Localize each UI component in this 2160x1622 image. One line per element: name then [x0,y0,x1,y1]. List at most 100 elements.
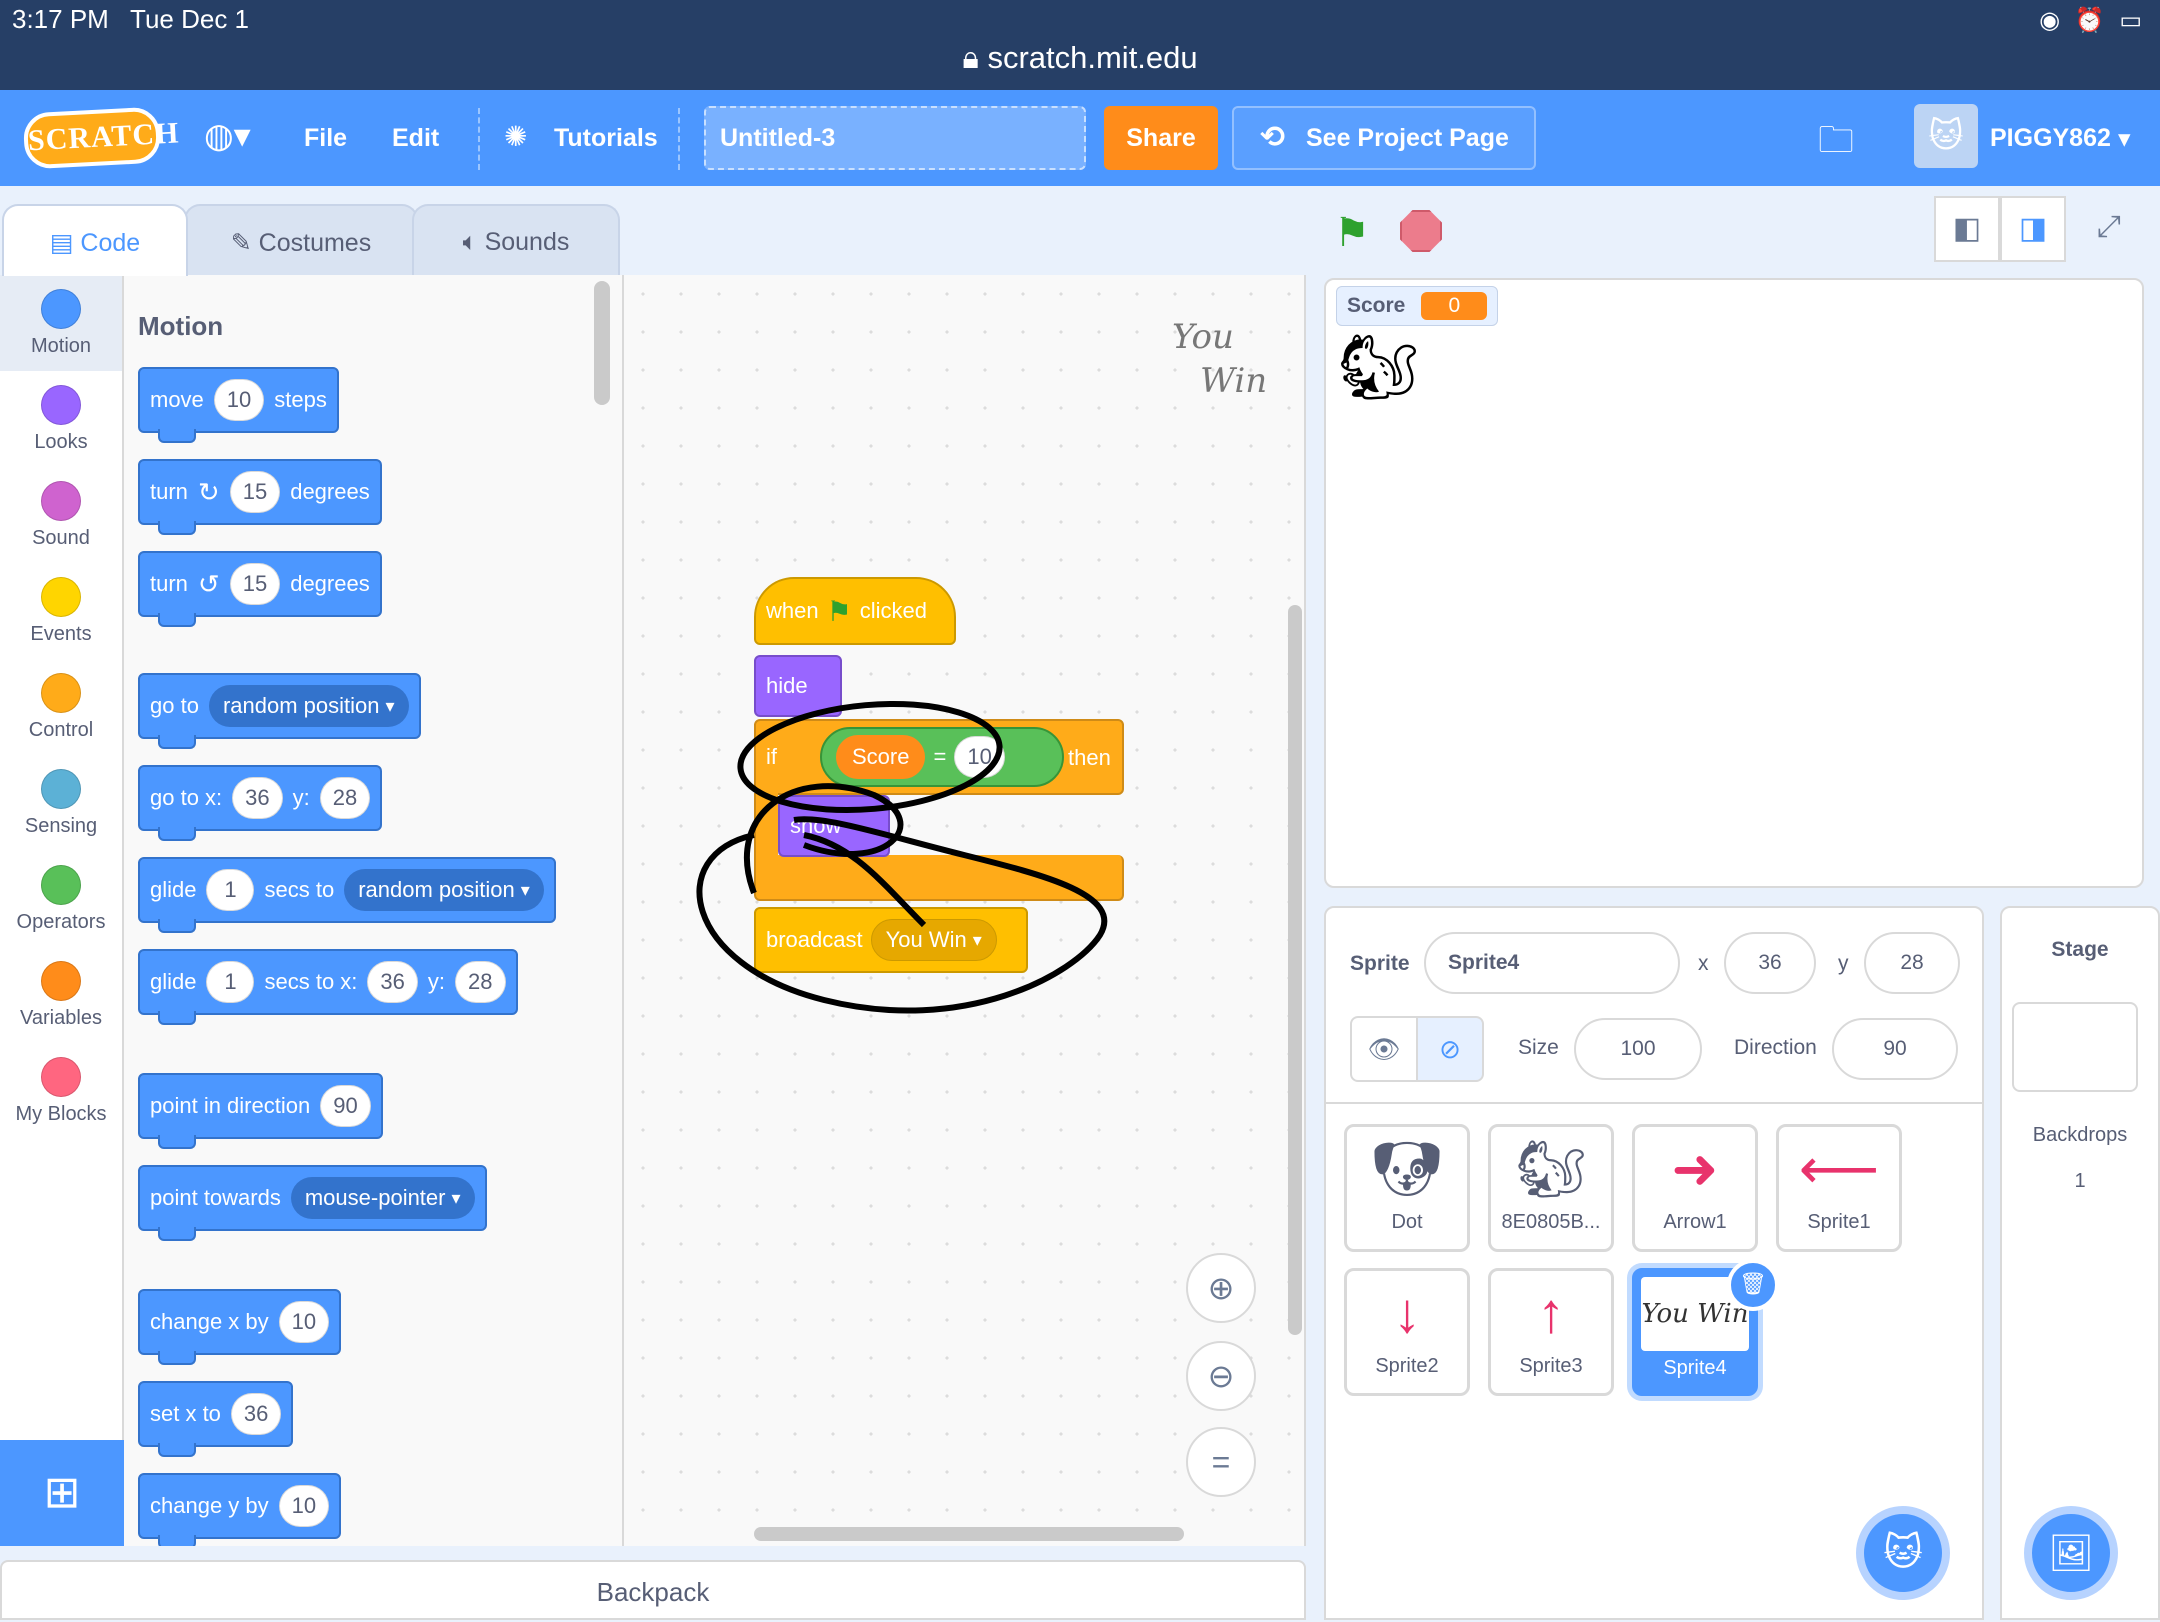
category-label: Looks [34,431,88,453]
green-flag-button[interactable]: ⚑ [1334,210,1370,256]
script-area[interactable]: You Win when ⚑ clicked hide if Score = 10 th… [624,275,1306,1546]
folder-icon[interactable]: 🗀 [1818,114,1854,175]
vertical-scrollbar[interactable] [1288,605,1302,1335]
target-dropdown[interactable]: mouse-pointer [290,1177,475,1219]
category-control[interactable]: Control [0,659,122,755]
horizontal-scrollbar[interactable] [754,1527,1184,1541]
file-menu[interactable]: File [304,124,347,153]
add-backdrop-button[interactable]: 🖼︎ [2024,1506,2118,1600]
point-towards-block[interactable]: point towards mouse-pointer [138,1165,487,1241]
x-input[interactable]: 36 [367,961,418,1003]
tab-sounds[interactable]: 🔈︎ Sounds [412,204,620,276]
glide-to-block[interactable]: glide 1 secs to random position [138,857,556,933]
squirrel-sprite[interactable]: 🐿︎ [1338,330,1419,405]
sprite-tile-sprite3[interactable]: ↑ Sprite3 [1488,1268,1614,1396]
sprite-tile-sprite2[interactable]: ↓ Sprite2 [1344,1268,1470,1396]
point-in-direction-block[interactable]: point in direction 90 [138,1073,383,1149]
tab-code[interactable]: ▤ Code [2,204,188,276]
change-y-block[interactable]: change y by 10 [138,1473,342,1546]
avatar[interactable]: 🐱︎ [1914,104,1978,168]
category-sensing[interactable]: Sensing [0,755,122,851]
category-motion[interactable]: Motion [0,275,122,371]
image-plus-icon: 🖼︎ [2048,1532,2094,1573]
zoom-out-button[interactable]: ⊖ [1186,1341,1256,1411]
block-text: point towards [150,1185,281,1210]
turn-right-block[interactable]: turn ↻ 15 degrees [138,459,382,535]
sprite-tile-arrow1[interactable]: ➜ Arrow1 [1632,1124,1758,1252]
y-input[interactable]: 10 [278,1485,330,1527]
tutorials-menu[interactable]: Tutorials [554,124,658,153]
palette-scrollbar[interactable] [594,281,610,405]
delete-sprite-button[interactable]: 🗑︎ [1727,1259,1779,1311]
turn-left-block[interactable]: turn ↺ 15 degrees [138,551,382,627]
x-input[interactable]: 36 [232,777,283,819]
url-bar[interactable]: 🔒︎ scratch.mit.edu [0,40,2160,77]
category-events[interactable]: Events [0,563,122,659]
y-input[interactable]: 28 [319,777,371,819]
show-sprite-button[interactable]: 👁︎ [1350,1016,1418,1082]
block-text: glide [150,969,197,994]
scratch-logo[interactable]: SCRATCH [22,106,180,170]
sprite-tile-sprite4[interactable]: You Win Sprite4 🗑︎ [1632,1259,1779,1396]
change-x-block[interactable]: change x by 10 [138,1289,342,1365]
move-steps-block[interactable]: move 10 steps [138,367,339,443]
hide-sprite-button[interactable]: ⊘ [1416,1016,1484,1082]
steps-input[interactable]: 10 [213,379,265,421]
block-text: turn [150,479,188,504]
category-my-blocks[interactable]: My Blocks [0,1043,122,1139]
degrees-input[interactable]: 15 [229,563,281,605]
zoom-in-button[interactable]: ⊕ [1186,1253,1256,1323]
fullscreen-icon: ⤢ [2097,210,2121,243]
glide-to-xy-block[interactable]: glide 1 secs to x: 36 y: 28 [138,949,518,1025]
y-input[interactable]: 28 [455,961,506,1003]
category-looks[interactable]: Looks [0,371,122,467]
target-dropdown[interactable]: random position [208,685,409,727]
tab-costumes[interactable]: ✎ Costumes [184,204,418,276]
target-dropdown[interactable]: random position [344,869,544,911]
sprite-tile-sprite1[interactable]: ⟵ Sprite1 [1776,1124,1902,1252]
chevron-down-icon[interactable]: ▾ [2118,124,2131,154]
category-sound[interactable]: Sound [0,467,122,563]
y-field[interactable]: 28 [1864,932,1960,994]
size-label: Size [1518,1036,1559,1059]
zoom-reset-button[interactable]: = [1186,1427,1256,1497]
x-input[interactable]: 10 [278,1301,330,1343]
add-extension-button[interactable]: ⊞ [0,1440,124,1546]
see-project-page-button[interactable]: ⟲ See Project Page [1232,106,1536,170]
edit-menu[interactable]: Edit [392,124,439,153]
username[interactable]: PIGGY862 [1990,124,2111,153]
sprite-tile-label: Sprite1 [1807,1211,1871,1233]
secs-input[interactable]: 1 [206,869,255,911]
stage-thumbnail[interactable] [2012,1002,2138,1092]
large-stage-button[interactable]: ◨ [2000,196,2066,262]
control-dot [41,673,81,713]
backpack[interactable]: Backpack [0,1560,1306,1620]
direction-input[interactable]: 90 [320,1085,371,1127]
size-field[interactable]: 100 [1574,1018,1702,1080]
stage-canvas[interactable]: Score 0 🐿︎ [1324,278,2144,888]
direction-field[interactable]: 90 [1832,1018,1958,1080]
tab-sounds-label: Sounds [484,228,570,256]
degrees-input[interactable]: 15 [229,471,281,513]
sprite-name-field[interactable]: Sprite4 [1424,932,1680,994]
globe-icon[interactable]: ◍▾ [204,116,251,156]
project-title-input[interactable]: Untitled-3 [704,106,1086,170]
small-stage-button[interactable]: ◧ [1934,196,2000,262]
go-to-xy-block[interactable]: go to x: 36 y: 28 [138,765,383,841]
x-field[interactable]: 36 [1724,932,1816,994]
fullscreen-button[interactable]: ⤢ [2076,196,2142,262]
go-to-block[interactable]: go to random position [138,673,421,749]
sprite-tile-squirrel[interactable]: 🐿︎ 8E0805B... [1488,1124,1614,1252]
category-label: Operators [16,911,106,933]
code-icon: ▤ [49,229,81,257]
category-variables[interactable]: Variables [0,947,122,1043]
add-sprite-button[interactable]: 🐱︎ [1856,1506,1950,1600]
sprite-tile-dot[interactable]: 🐶︎ Dot [1344,1124,1470,1252]
category-operators[interactable]: Operators [0,851,122,947]
share-button[interactable]: Share [1104,106,1218,170]
set-x-block[interactable]: set x to 36 [138,1381,294,1457]
x-input[interactable]: 36 [230,1393,282,1435]
ink-circle-broadcast [696,816,1108,1014]
secs-input[interactable]: 1 [206,961,255,1003]
stop-button[interactable] [1400,210,1442,252]
